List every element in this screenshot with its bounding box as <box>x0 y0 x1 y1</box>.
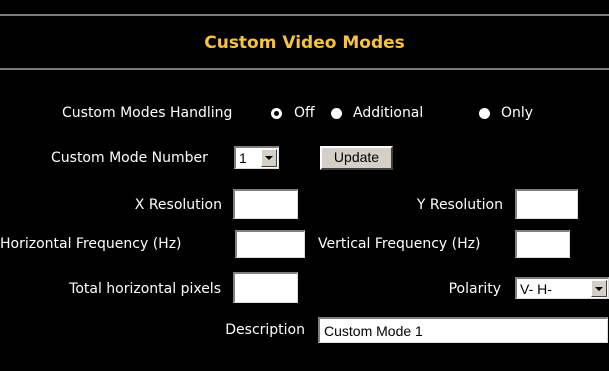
chevron-down-icon[interactable] <box>591 280 607 297</box>
x-resolution-label: X Resolution <box>134 197 222 213</box>
radio-only[interactable] <box>479 108 490 119</box>
horizontal-frequency-input[interactable] <box>235 230 305 258</box>
radio-only-label: Only <box>501 105 534 121</box>
top-rule <box>0 14 609 16</box>
y-resolution-input[interactable] <box>515 189 578 219</box>
y-resolution-label: Y Resolution <box>416 197 503 213</box>
polarity-value: V- H- <box>520 281 552 297</box>
custom-mode-number-label: Custom Mode Number <box>51 150 208 166</box>
mode-number-select[interactable]: 1 <box>234 146 279 169</box>
custom-modes-handling-label: Custom Modes Handling <box>62 105 233 121</box>
mode-number-value: 1 <box>239 150 247 166</box>
polarity-label: Polarity <box>448 281 501 297</box>
update-button[interactable]: Update <box>320 146 393 170</box>
description-input[interactable] <box>318 317 608 343</box>
description-label: Description <box>225 322 305 338</box>
vertical-frequency-input[interactable] <box>515 230 570 258</box>
radio-off[interactable] <box>271 108 282 119</box>
page-title: Custom Video Modes <box>204 33 405 53</box>
total-horizontal-pixels-input[interactable] <box>233 272 298 303</box>
title-rule <box>0 68 609 70</box>
radio-off-label: Off <box>294 105 315 121</box>
x-resolution-input[interactable] <box>233 189 298 219</box>
vertical-frequency-label: Vertical Frequency (Hz) <box>318 236 481 252</box>
radio-additional[interactable] <box>331 108 342 119</box>
horizontal-frequency-label: Horizontal Frequency (Hz) <box>0 236 182 252</box>
total-horizontal-pixels-label: Total horizontal pixels <box>69 281 221 297</box>
radio-additional-label: Additional <box>353 105 424 121</box>
polarity-select[interactable]: V- H- <box>515 277 609 299</box>
chevron-down-icon[interactable] <box>261 149 277 167</box>
